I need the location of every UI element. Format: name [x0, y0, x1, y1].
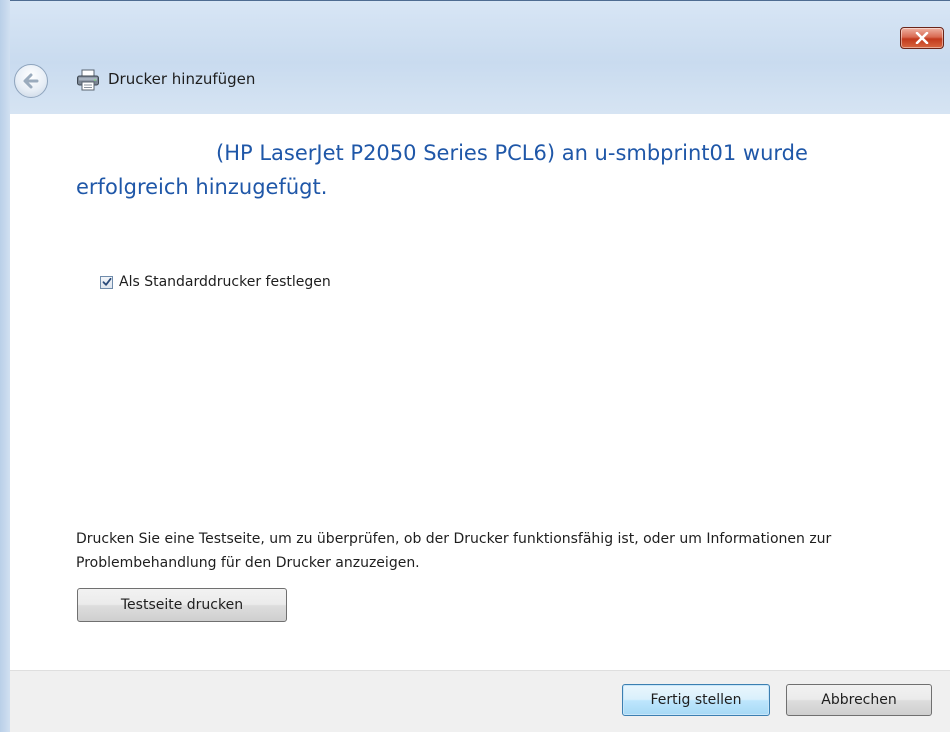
- back-arrow-icon: [23, 73, 39, 89]
- default-printer-checkbox[interactable]: [100, 275, 113, 289]
- window-border: [0, 0, 950, 1]
- close-icon: [915, 32, 929, 44]
- back-button[interactable]: [14, 64, 48, 98]
- redacted-printer-name: [76, 141, 206, 171]
- default-printer-option[interactable]: Als Standarddrucker festlegen: [100, 274, 331, 290]
- window-left-frame: [0, 0, 10, 732]
- printer-icon: [77, 69, 99, 91]
- default-printer-label[interactable]: Als Standarddrucker festlegen: [119, 274, 331, 290]
- close-button[interactable]: [900, 27, 944, 49]
- test-page-info: Drucken Sie eine Testseite, um zu überpr…: [76, 531, 832, 571]
- add-printer-dialog: Drucker hinzufügen (HP LaserJet P2050 Se…: [0, 0, 950, 732]
- cancel-button[interactable]: Abbrechen: [786, 684, 932, 716]
- checkmark-icon: [102, 277, 111, 286]
- print-test-page-button[interactable]: Testseite drucken: [77, 588, 287, 622]
- finish-button[interactable]: Fertig stellen: [622, 684, 770, 716]
- window-chrome: [0, 0, 950, 114]
- wizard-title: Drucker hinzufügen: [108, 70, 256, 88]
